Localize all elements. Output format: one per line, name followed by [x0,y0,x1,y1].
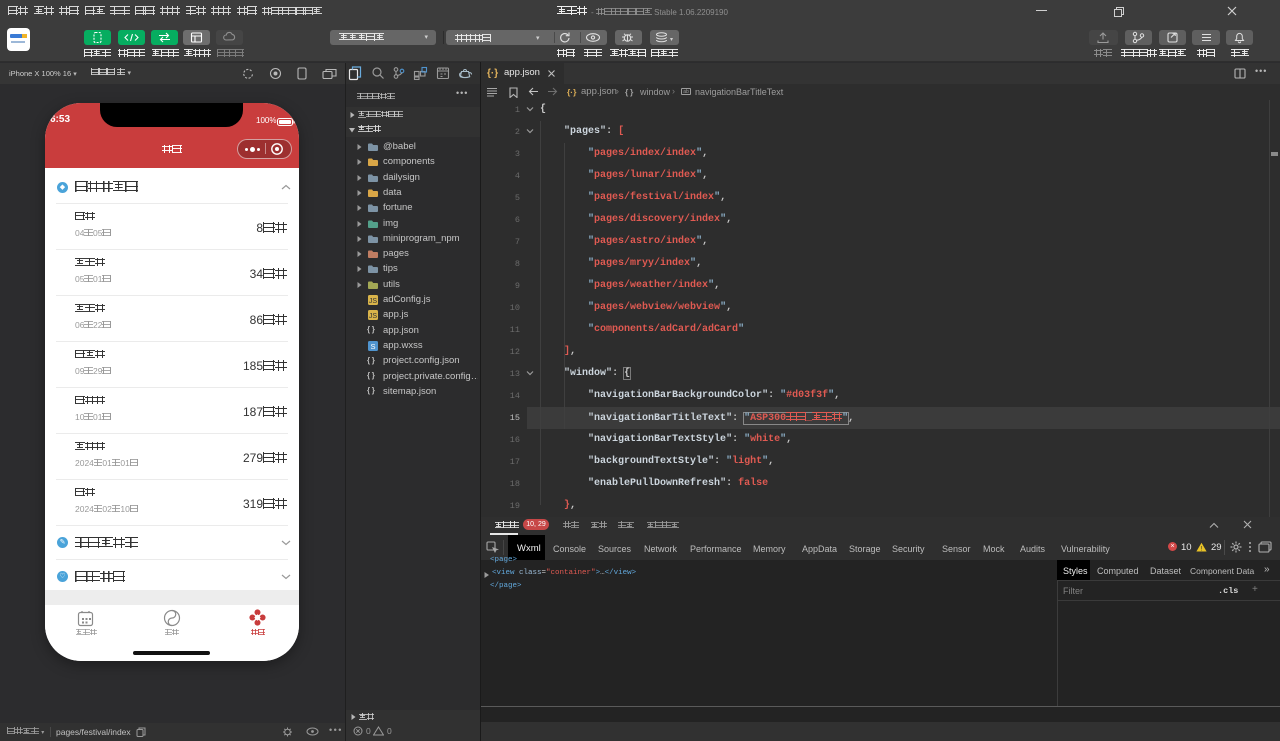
svg-text:JS: JS [369,298,378,305]
svg-text:JS: JS [369,313,378,320]
svg-text:S: S [370,342,375,351]
svg-text:!: ! [1201,545,1203,552]
